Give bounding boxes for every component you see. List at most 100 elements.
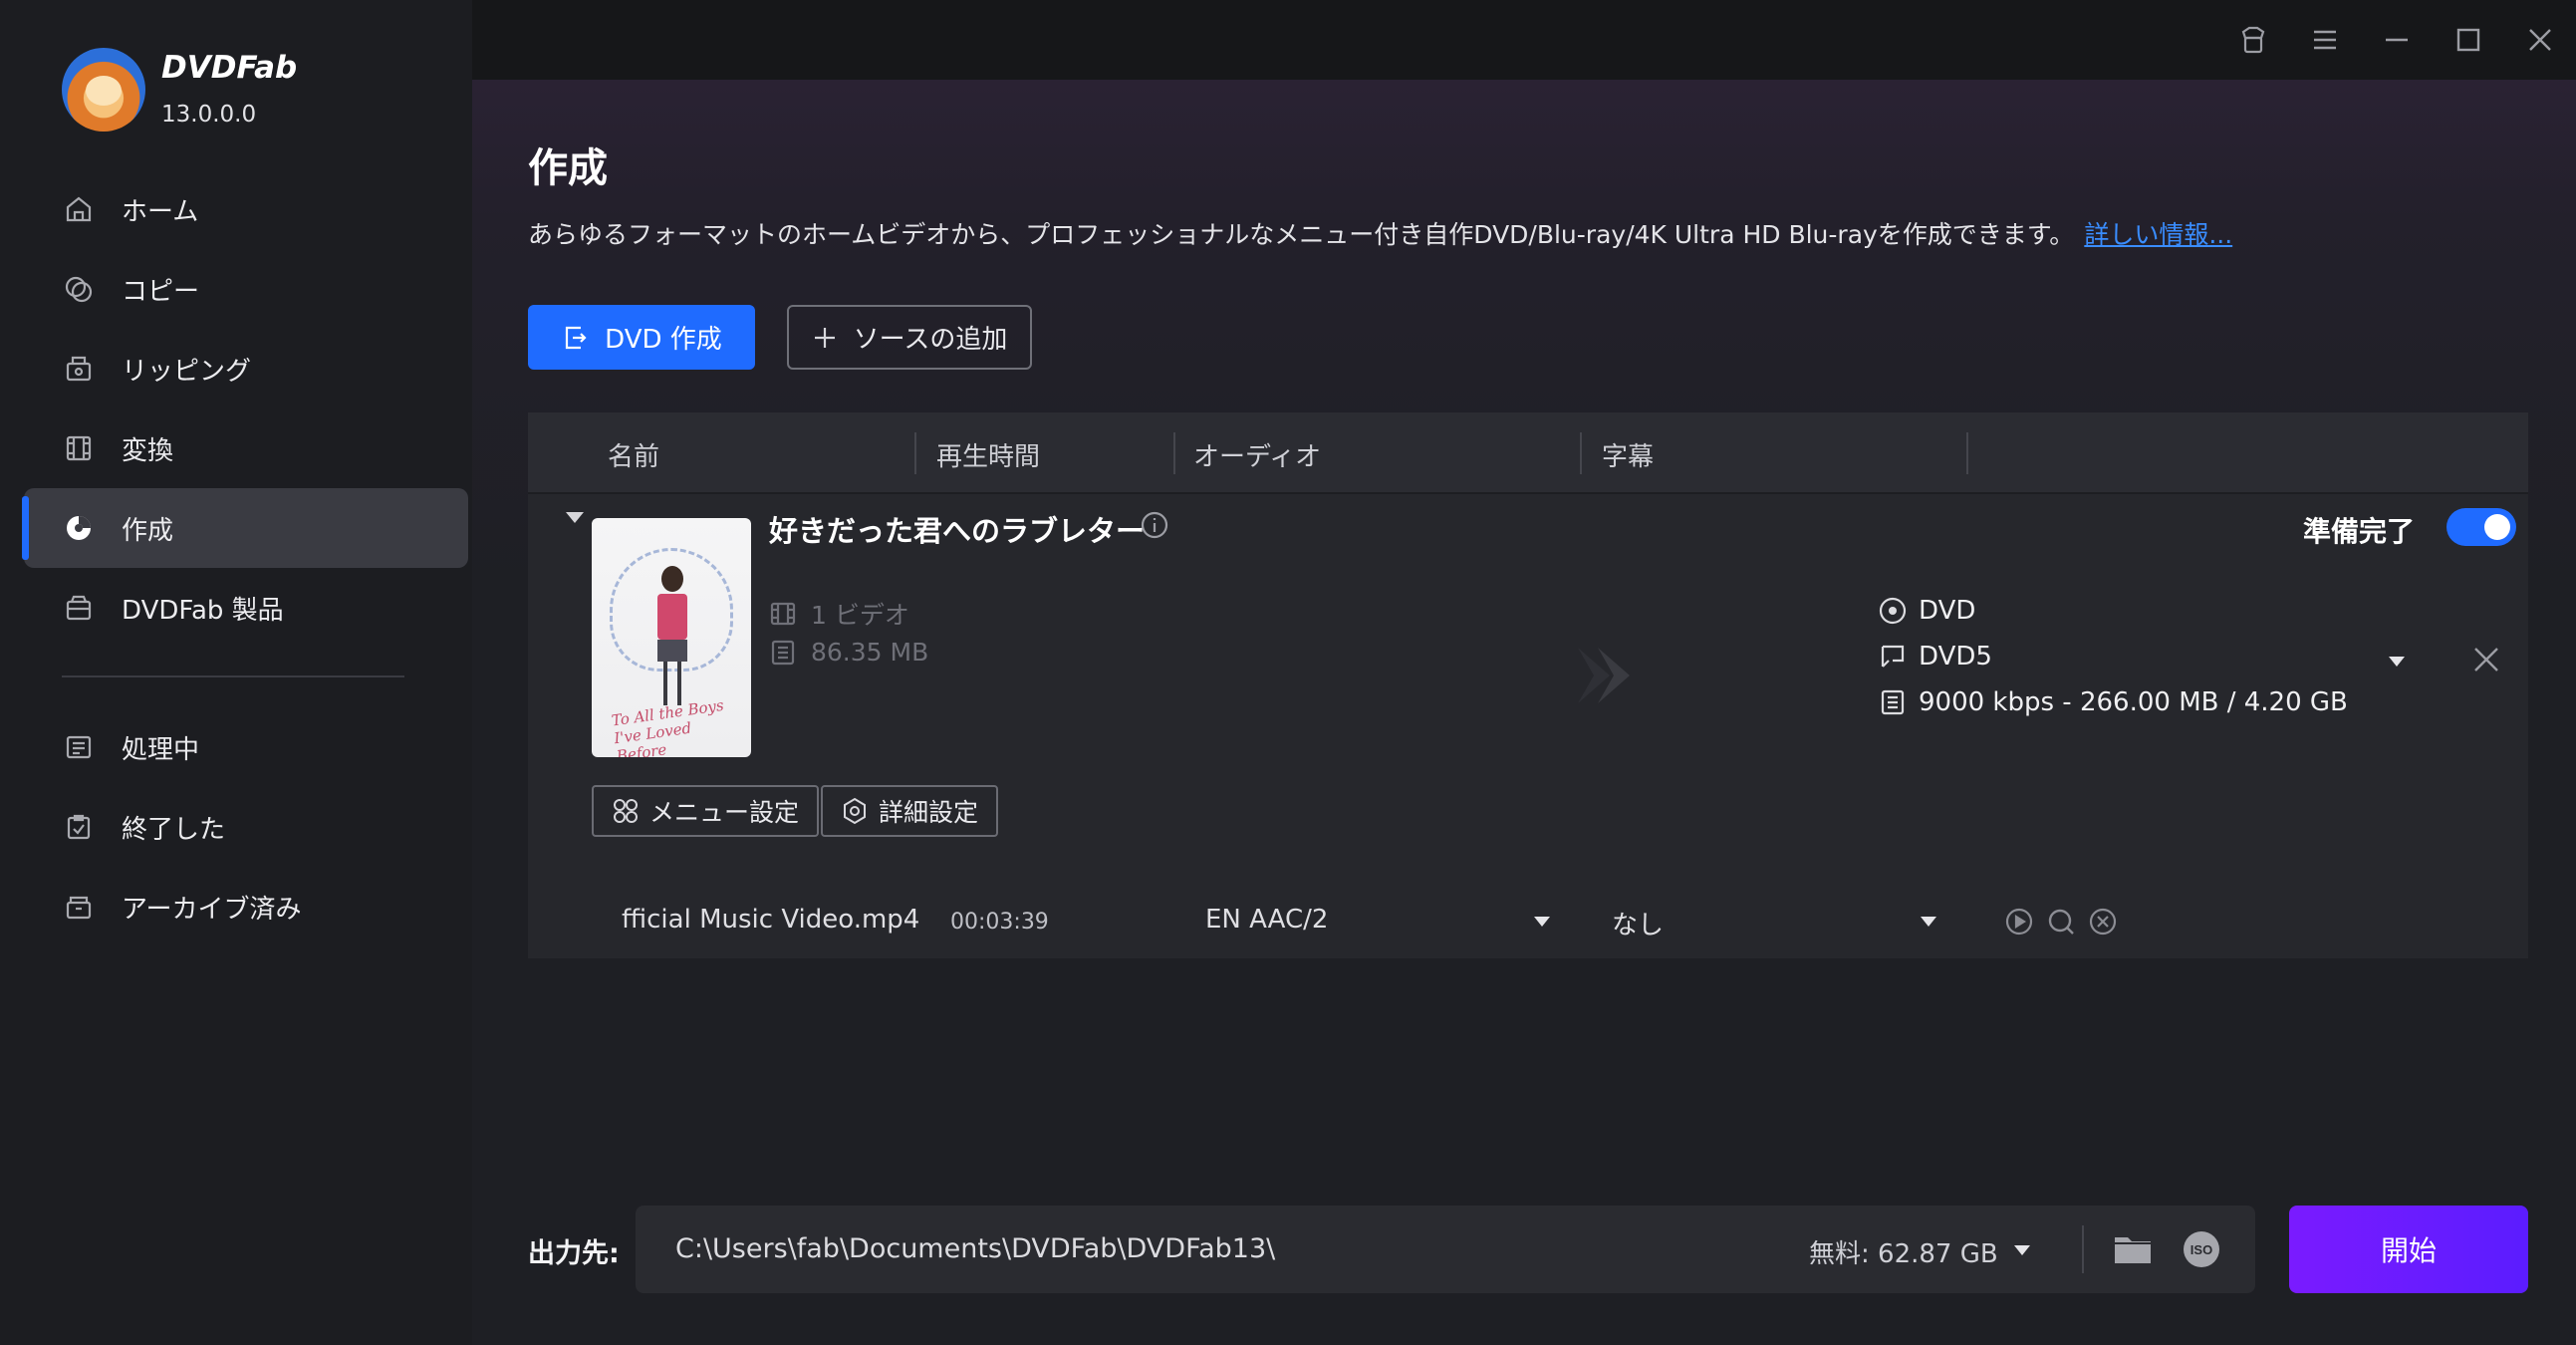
disc-type: DVD5 <box>1919 642 1992 672</box>
sidebar-item-label: DVDFab 製品 <box>122 595 284 626</box>
ready-toggle[interactable] <box>2447 508 2516 546</box>
dvdfab-logo <box>62 48 145 132</box>
settings-icon <box>844 797 866 825</box>
output-path: C:\Users\fab\Documents\DVDFab\DVDFab13\ <box>675 1233 1276 1264</box>
collapse-toggle[interactable] <box>566 512 584 523</box>
movie-title: 好きだった君へのラブレター <box>769 514 1146 548</box>
column-separator <box>1966 432 1968 474</box>
menu-settings-label: メニュー設定 <box>649 798 800 827</box>
output-path-box[interactable]: C:\Users\fab\Documents\DVDFab\DVDFab13\ … <box>636 1206 2255 1293</box>
file-size-icon <box>1881 689 1905 715</box>
minimize-icon[interactable] <box>2379 22 2415 58</box>
advanced-settings-button[interactable]: 詳細設定 <box>821 785 999 837</box>
sidebar-item-label: 処理中 <box>122 734 200 765</box>
more-info-link[interactable]: 詳しい情報... <box>2084 220 2232 249</box>
sidebar-item-creator[interactable]: 作成 <box>22 488 468 568</box>
sidebar-item-processing[interactable]: 処理中 <box>24 707 468 787</box>
title-bar <box>472 0 2576 80</box>
free-space: 無料: 62.87 GB <box>1809 1239 1998 1269</box>
archive-icon <box>64 892 94 922</box>
sidebar-item-products[interactable]: DVDFab 製品 <box>24 568 468 648</box>
sidebar-item-convert[interactable]: 変換 <box>24 408 468 488</box>
disc-type-dropdown-icon[interactable] <box>2389 657 2405 667</box>
sidebar-item-label: 作成 <box>122 515 174 546</box>
page-description: あらゆるフォーマットのホームビデオから、プロフェッショナルなメニュー付き自作DV… <box>528 215 2232 251</box>
output-format-row: DVD <box>1879 596 1975 626</box>
copy-icon <box>64 274 94 304</box>
video-count: 1 ビデオ <box>811 601 909 630</box>
version-label: 13.0.0.0 <box>161 102 257 128</box>
advanced-settings-label: 詳細設定 <box>879 798 979 827</box>
sidebar-item-ripper[interactable]: リッピング <box>24 329 468 408</box>
audio-dropdown-icon[interactable] <box>1534 917 1550 927</box>
mode-button-label: DVD 作成 <box>605 325 722 355</box>
free-space-dropdown-icon[interactable] <box>2014 1245 2030 1255</box>
film-icon <box>770 602 796 626</box>
dvd-creator-mode-button[interactable]: DVD 作成 <box>528 305 755 370</box>
remove-item-icon[interactable] <box>2470 644 2502 679</box>
skin-icon[interactable] <box>2235 22 2271 58</box>
track-row: fficial Music Video.mp4 00:03:39 EN AAC/… <box>528 883 2528 958</box>
convert-arrow-icon <box>1574 640 1646 715</box>
column-separator <box>914 432 916 474</box>
brand-name: DVDFab <box>161 50 298 86</box>
movie-poster: To All the Boys I've Loved Before <box>592 518 751 757</box>
sidebar-item-copy[interactable]: コピー <box>24 249 468 329</box>
add-source-button[interactable]: ソースの追加 <box>787 305 1032 370</box>
disc-type-icon <box>1881 645 1905 668</box>
sidebar-item-finished[interactable]: 終了した <box>24 787 468 867</box>
iso-disc-icon <box>1879 597 1907 625</box>
creator-icon <box>64 513 94 543</box>
sidebar: DVDFab 13.0.0.0 ホーム コピー リッピング 変換 作成 DVDF… <box>0 0 472 1345</box>
add-source-label: ソースの追加 <box>853 325 1008 355</box>
menu-settings-button[interactable]: メニュー設定 <box>592 785 820 837</box>
convert-icon <box>64 433 94 463</box>
ripper-icon <box>64 354 94 384</box>
home-icon <box>64 194 94 224</box>
menu-icon[interactable] <box>2307 22 2343 58</box>
column-header-name[interactable]: 名前 <box>608 436 659 473</box>
info-icon[interactable] <box>1140 510 1169 544</box>
iso-icon[interactable]: ISO <box>2182 1229 2221 1273</box>
column-separator <box>1173 432 1175 474</box>
source-table: 名前 再生時間 オーディオ 字幕 To All the Boys I've Lo… <box>528 412 2528 958</box>
column-separator <box>1580 432 1582 474</box>
remove-track-icon[interactable] <box>2088 907 2118 937</box>
sidebar-item-label: 変換 <box>122 435 174 466</box>
start-button[interactable]: 開始 <box>2289 1206 2528 1293</box>
column-header-subtitle[interactable]: 字幕 <box>1602 436 1654 473</box>
bitrate-row: 9000 kbps - 266.00 MB / 4.20 GB <box>1879 687 2348 717</box>
disc-export-icon <box>566 326 587 349</box>
close-icon[interactable] <box>2522 22 2558 58</box>
sidebar-item-label: アーカイブ済み <box>122 894 302 925</box>
search-icon[interactable] <box>2046 907 2076 937</box>
folder-icon[interactable] <box>2112 1229 2154 1273</box>
sidebar-item-label: リッピング <box>122 356 252 387</box>
svg-text:ISO: ISO <box>2190 1242 2212 1257</box>
subtitle-dropdown-icon[interactable] <box>1921 917 1936 927</box>
menu-grid-icon <box>614 799 638 823</box>
description-text: あらゆるフォーマットのホームビデオから、プロフェッショナルなメニュー付き自作DV… <box>528 220 2075 249</box>
sidebar-item-label: 終了した <box>122 814 226 845</box>
sidebar-divider <box>62 675 404 677</box>
disc-type-row[interactable]: DVD5 <box>1879 642 1992 672</box>
processing-icon <box>64 732 94 762</box>
products-icon <box>64 593 94 623</box>
maximize-icon[interactable] <box>2450 22 2486 58</box>
audio-select[interactable]: EN AAC/2 <box>1205 905 1328 935</box>
video-count-row: 1 ビデオ <box>769 596 909 632</box>
ready-label: 準備完了 <box>2303 515 2416 548</box>
sidebar-item-home[interactable]: ホーム <box>24 169 468 249</box>
column-header-duration[interactable]: 再生時間 <box>936 436 1040 473</box>
source-size: 86.35 MB <box>811 638 929 667</box>
column-header-audio[interactable]: オーディオ <box>1193 436 1321 473</box>
sidebar-item-archive[interactable]: アーカイブ済み <box>24 867 468 946</box>
subtitle-select[interactable]: なし <box>1612 905 1664 942</box>
track-filename: fficial Music Video.mp4 <box>622 905 920 935</box>
bitrate-info: 9000 kbps - 266.00 MB / 4.20 GB <box>1919 687 2348 717</box>
play-icon[interactable] <box>2004 907 2034 937</box>
finished-icon <box>64 812 94 842</box>
output-format: DVD <box>1919 596 1976 626</box>
sidebar-item-label: ホーム <box>122 196 199 227</box>
file-size-icon <box>771 640 795 665</box>
